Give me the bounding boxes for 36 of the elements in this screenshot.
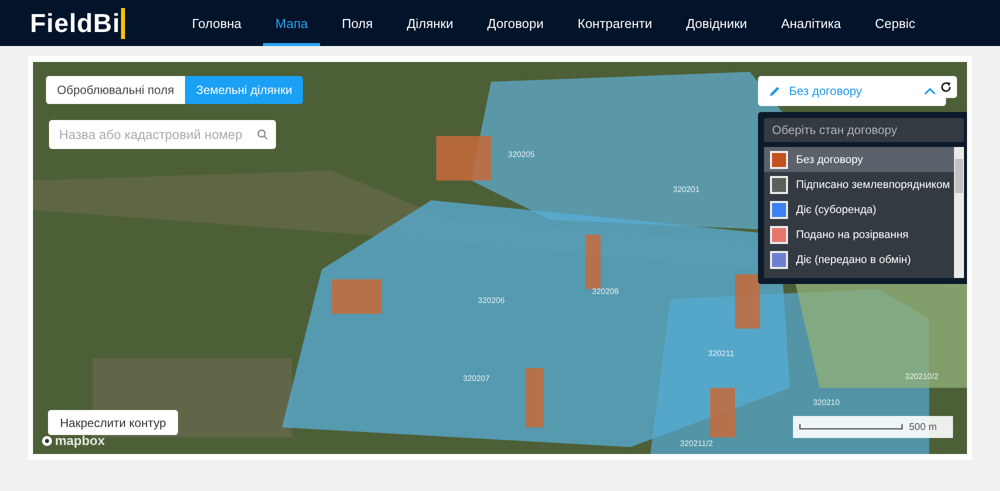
nav-tab[interactable]: Контрагенти	[566, 0, 664, 46]
status-option[interactable]: Діє (передано в обмін)	[764, 247, 954, 272]
scale-line-icon	[799, 424, 903, 430]
refresh-button[interactable]	[935, 76, 957, 98]
nav-tab[interactable]: Мапа	[263, 0, 320, 46]
draw-contour-button[interactable]: Накреслити контур	[48, 410, 178, 435]
status-option[interactable]: Подано на розірвання	[764, 222, 954, 247]
layer-tab[interactable]: Оброблювальні поля	[46, 76, 186, 104]
nav-tab[interactable]: Договори	[475, 0, 556, 46]
search-field[interactable]: Назва або кадастровий номер	[49, 120, 276, 149]
status-option[interactable]: Без договору	[764, 147, 954, 172]
pen-icon	[768, 84, 781, 98]
nav-tab[interactable]: Ділянки	[394, 0, 466, 46]
status-select-field[interactable]: Оберіть стан договору	[764, 118, 964, 142]
logo: FieldBi	[30, 0, 180, 46]
status-option[interactable]: Діє (суборенда)	[764, 197, 954, 222]
parcel-label: 320201	[673, 185, 700, 194]
caret-icon	[924, 87, 936, 95]
scale-label: 500 m	[909, 422, 937, 432]
nav-tab[interactable]: Аналітика	[769, 0, 854, 46]
parcel-label: 320211	[708, 349, 734, 358]
nav-tab[interactable]: Поля	[330, 0, 385, 46]
nav-tab[interactable]: Довідники	[674, 0, 760, 46]
parcel-label: 320211/2	[680, 439, 713, 448]
parcel-label: 320205	[508, 150, 535, 159]
parcel-label: 320210/2	[905, 372, 938, 381]
nav-tab[interactable]: Сервіс	[863, 0, 928, 46]
status-option[interactable]: Підписано землевпорядником	[764, 172, 954, 197]
parcel-label: 320210	[813, 398, 840, 407]
mapbox-logo: mapbox	[41, 433, 105, 448]
parcel-label: 320208	[592, 287, 619, 296]
parcel-label: 320206	[478, 296, 505, 305]
search-icon	[257, 129, 268, 140]
parcel-label: 320207	[463, 374, 490, 383]
refresh-icon	[940, 81, 952, 93]
nav-tab[interactable]: Головна	[180, 0, 254, 46]
